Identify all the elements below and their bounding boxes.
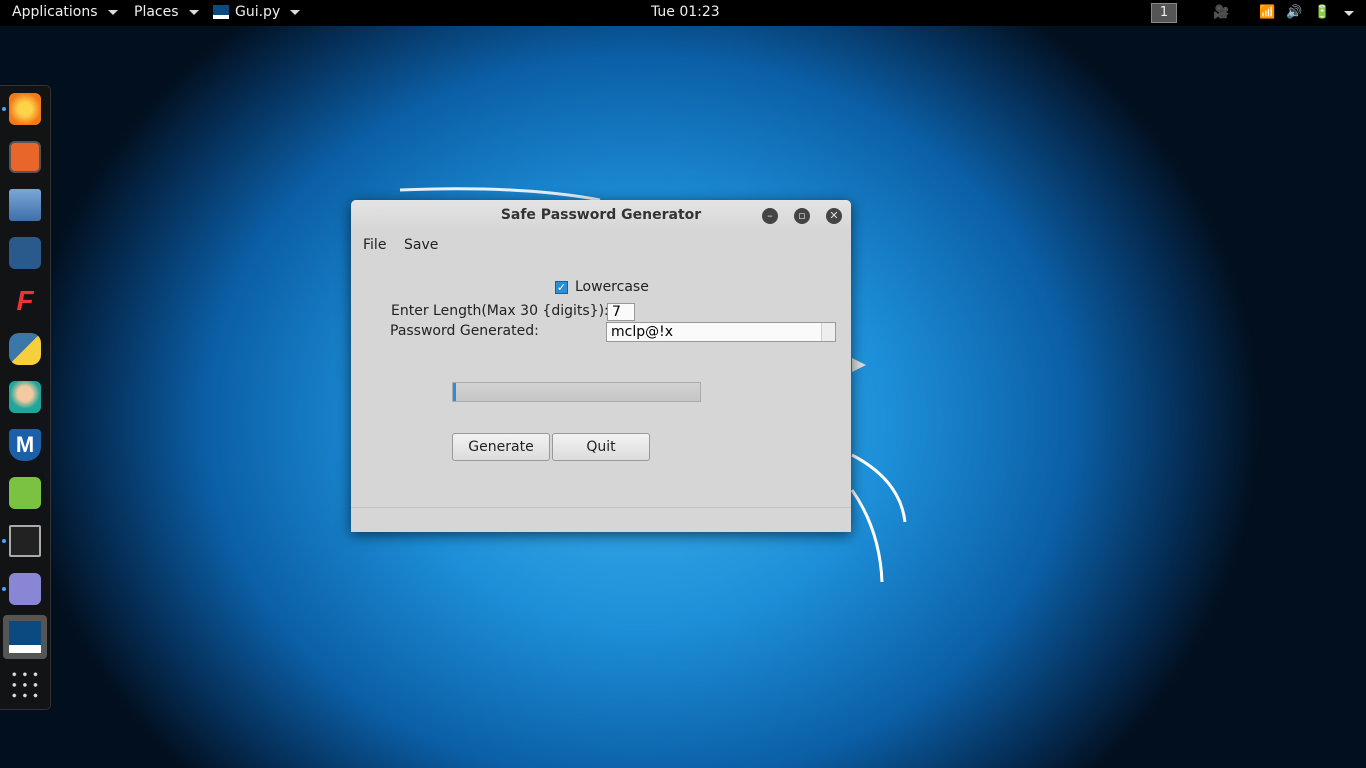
checkbox-checked-icon: ✓ bbox=[555, 280, 568, 294]
metasploit-icon[interactable]: M bbox=[9, 429, 41, 461]
gui-py-icon bbox=[9, 621, 41, 653]
length-input[interactable] bbox=[607, 303, 635, 321]
menu-save[interactable]: Save bbox=[404, 237, 438, 253]
lowercase-checkbox[interactable]: ✓ Lowercase bbox=[555, 279, 649, 295]
files-icon[interactable] bbox=[9, 189, 41, 221]
password-label: Password Generated: bbox=[390, 323, 539, 339]
chevron-down-icon bbox=[290, 9, 301, 15]
faraday-icon[interactable]: F bbox=[9, 285, 41, 317]
active-app-label: Gui.py bbox=[235, 4, 281, 20]
applications-menu[interactable]: Applications bbox=[12, 4, 118, 20]
menu-file[interactable]: File bbox=[363, 237, 386, 253]
password-scroll-handle[interactable] bbox=[821, 323, 835, 341]
active-app-menu[interactable]: Gui.py bbox=[213, 4, 301, 20]
show-apps-grid-icon[interactable] bbox=[9, 669, 41, 701]
close-icon[interactable]: ✕ bbox=[826, 208, 842, 224]
progress-fill bbox=[453, 383, 456, 401]
password-output[interactable] bbox=[606, 322, 836, 342]
progress-bar bbox=[452, 382, 701, 402]
quit-button[interactable]: Quit bbox=[552, 433, 650, 461]
battery-icon[interactable]: 🔋 bbox=[1314, 5, 1330, 20]
terminal-icon[interactable] bbox=[9, 525, 41, 557]
top-bar: Applications Places Gui.py Tue 01:23 1 🎥… bbox=[0, 0, 1366, 26]
workspace-indicator[interactable]: 1 bbox=[1151, 3, 1177, 23]
status-bar-divider bbox=[351, 507, 851, 508]
armitage-icon[interactable] bbox=[9, 237, 41, 269]
length-label: Enter Length(Max 30 {digits}): bbox=[391, 303, 609, 319]
firefox-icon[interactable] bbox=[9, 93, 41, 125]
python-icon[interactable] bbox=[9, 333, 41, 365]
dock: F M bbox=[0, 85, 51, 710]
places-label: Places bbox=[134, 4, 179, 20]
maltego-icon[interactable] bbox=[9, 381, 41, 413]
app-icon bbox=[213, 5, 229, 19]
volume-icon[interactable]: 🔊 bbox=[1286, 5, 1302, 20]
burpsuite-icon[interactable] bbox=[9, 141, 41, 173]
places-menu[interactable]: Places bbox=[134, 4, 199, 20]
generate-button[interactable]: Generate bbox=[452, 433, 550, 461]
clock-label: Tue 01:23 bbox=[651, 4, 720, 20]
gui-py-dock-item[interactable] bbox=[3, 615, 47, 659]
wifi-icon[interactable]: 📶 bbox=[1259, 5, 1275, 20]
applications-label: Applications bbox=[12, 4, 98, 20]
leafpad-icon[interactable] bbox=[9, 477, 41, 509]
clock[interactable]: Tue 01:23 bbox=[651, 4, 720, 20]
password-generator-window: Safe Password Generator – ▫ ✕ File Save … bbox=[351, 200, 851, 532]
system-menu-chevron-icon[interactable] bbox=[1344, 11, 1354, 16]
video-camera-icon[interactable]: 🎥 bbox=[1213, 5, 1229, 20]
chevron-down-icon bbox=[188, 9, 199, 15]
chevron-down-icon bbox=[107, 9, 118, 15]
maximize-icon[interactable]: ▫ bbox=[794, 208, 810, 224]
text-editor-icon[interactable] bbox=[9, 573, 41, 605]
minimize-icon[interactable]: – bbox=[762, 208, 778, 224]
lowercase-label: Lowercase bbox=[575, 279, 649, 295]
